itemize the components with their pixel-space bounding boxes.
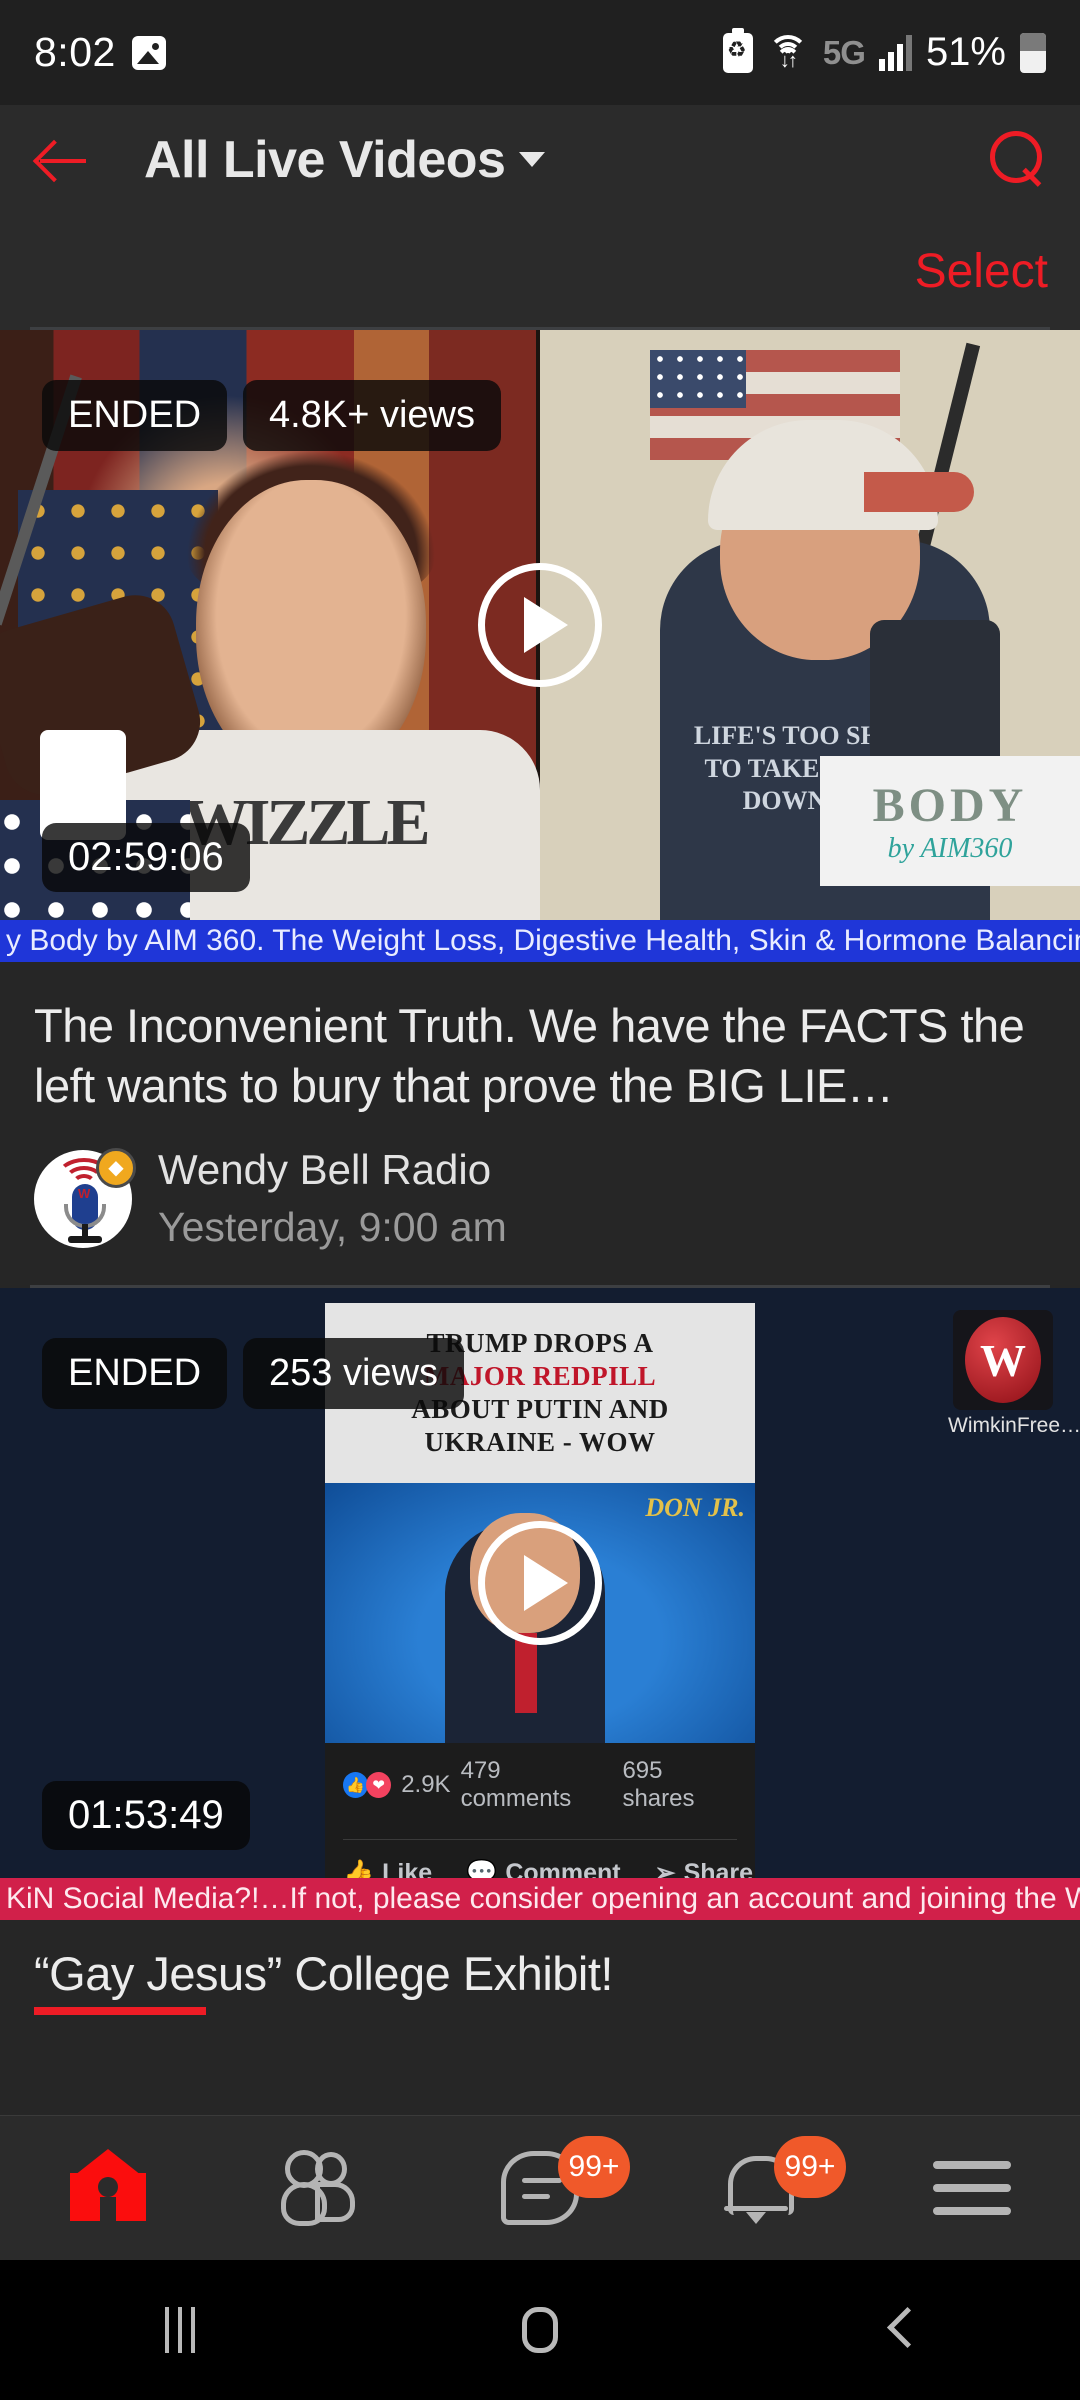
thumbnail-ticker: y Body by AIM 360. The Weight Loss, Dige… bbox=[0, 920, 1080, 962]
home-icon bbox=[70, 2149, 146, 2223]
status-badge: ENDED bbox=[42, 1338, 228, 1410]
signal-icon bbox=[878, 34, 912, 71]
android-recents-button[interactable] bbox=[0, 2307, 360, 2353]
battery-saver-icon bbox=[722, 27, 753, 73]
android-home-button[interactable] bbox=[360, 2307, 720, 2353]
engagement-bar: 👍 ❤ 2.9K 479 comments 695 shares 👍 Like … bbox=[325, 1743, 755, 1879]
chevron-down-icon bbox=[519, 151, 546, 167]
select-button[interactable]: Select bbox=[915, 244, 1048, 299]
back-chevron-icon bbox=[887, 2309, 913, 2351]
thumbnail-badges: ENDED 4.8K+ views bbox=[42, 380, 501, 451]
duration-badge: 01:53:49 bbox=[42, 1781, 250, 1851]
verified-diamond-icon: ◆ bbox=[96, 1147, 136, 1188]
watermark: W WimkinFree… bbox=[948, 1310, 1080, 1438]
android-navigation-bar bbox=[0, 2260, 1080, 2400]
app-header-row-secondary: Select bbox=[0, 215, 1080, 327]
status-time: 8:02 bbox=[34, 29, 116, 75]
engagement-counts: 👍 ❤ 2.9K 479 comments 695 shares bbox=[343, 1757, 737, 1813]
author-name[interactable]: Wendy Bell Radio bbox=[158, 1146, 507, 1194]
speaker-tie-decor bbox=[515, 1633, 537, 1714]
watermark-label: WimkinFree… bbox=[948, 1414, 1080, 1438]
nav-item-menu[interactable] bbox=[864, 2116, 1080, 2260]
nav-item-notifications[interactable]: 99+ bbox=[648, 2116, 864, 2260]
status-bar-right: ↓↑ 5G 51% bbox=[722, 27, 1046, 75]
views-badge: 253 views bbox=[243, 1338, 465, 1410]
app-header-row-primary: All Live Videos bbox=[0, 105, 1080, 215]
status-badge: ENDED bbox=[42, 380, 228, 451]
network-type-label: 5G bbox=[822, 33, 866, 71]
android-back-button[interactable] bbox=[720, 2309, 1080, 2351]
comment-bubble-icon: 💬 bbox=[466, 1858, 498, 1879]
thumbnail-badges: ENDED 253 views bbox=[42, 1338, 465, 1410]
thumbs-up-icon: 👍 bbox=[343, 1772, 369, 1799]
wifi-icon: ↓↑ bbox=[767, 34, 809, 71]
avatar[interactable]: ◆ bbox=[34, 1147, 136, 1248]
video-thumbnail[interactable]: SWIZZLE LIFE'S TOO SHORT TO TAKE Fastbal… bbox=[0, 330, 1080, 920]
nav-item-friends[interactable] bbox=[216, 2116, 432, 2260]
hamburger-menu-icon bbox=[933, 2161, 1011, 2215]
nav-item-messages[interactable]: 99+ bbox=[432, 2116, 648, 2260]
bottom-navigation: 99+ 99+ bbox=[0, 2115, 1080, 2260]
comment-count: 479 comments bbox=[460, 1757, 572, 1813]
play-button[interactable] bbox=[478, 1521, 602, 1646]
friends-icon bbox=[281, 2150, 367, 2226]
video-card[interactable]: SWIZZLE LIFE'S TOO SHORT TO TAKE Fastbal… bbox=[0, 330, 1080, 1289]
sponsor-logo: BODY by AIM360 bbox=[820, 756, 1080, 886]
video-meta-text: Wendy Bell Radio Yesterday, 9:00 am bbox=[158, 1146, 507, 1251]
search-icon[interactable] bbox=[988, 131, 1046, 189]
published-timestamp: Yesterday, 9:00 am bbox=[158, 1204, 507, 1251]
page-title-label: All Live Videos bbox=[144, 131, 506, 189]
play-button[interactable] bbox=[478, 563, 602, 687]
app-screen: 8:02 ↓↑ 5G 51% All Live Videos Select bbox=[0, 0, 1080, 2400]
home-pill-icon bbox=[522, 2307, 558, 2353]
duration-badge: 02:59:06 bbox=[42, 823, 250, 892]
battery-icon bbox=[1020, 32, 1046, 73]
caption-line: UKRAINE - WOW bbox=[424, 1427, 656, 1458]
nav-item-home[interactable] bbox=[0, 2116, 216, 2260]
engagement-actions: 👍 Like 💬 Comment ➢ Share bbox=[343, 1839, 753, 1879]
notifications-badge: 99+ bbox=[774, 2136, 846, 2198]
thumbnail-ticker: KiN Social Media?!…If not, please consid… bbox=[0, 1878, 1080, 1921]
ticker-text: y Body by AIM 360. The Weight Loss, Dige… bbox=[6, 924, 1080, 957]
sponsor-logo-name: BODY bbox=[872, 778, 1028, 832]
thumbs-up-outline-icon: 👍 bbox=[343, 1858, 375, 1879]
messages-badge: 99+ bbox=[558, 2136, 630, 2198]
watermark-logo-icon: W bbox=[953, 1310, 1053, 1411]
status-bar: 8:02 ↓↑ 5G 51% bbox=[0, 0, 1080, 105]
share-action: ➢ Share bbox=[654, 1858, 754, 1879]
watermark-letter: W bbox=[965, 1317, 1041, 1404]
share-count: 695 shares bbox=[622, 1757, 695, 1813]
page-title[interactable]: All Live Videos bbox=[144, 130, 546, 190]
video-meta: ◆ Wendy Bell Radio Yesterday, 9:00 am bbox=[0, 1116, 1080, 1285]
recents-icon bbox=[165, 2307, 195, 2353]
heart-icon: ❤ bbox=[366, 1772, 392, 1799]
send-icon: ➢ bbox=[654, 1859, 676, 1879]
video-title[interactable]: The Inconvenient Truth. We have the FACT… bbox=[0, 962, 1080, 1116]
like-action: 👍 Like bbox=[343, 1859, 432, 1879]
video-thumbnail[interactable]: TRUMP DROPS A MAJOR REDPILL ABOUT PUTIN … bbox=[0, 1288, 1080, 1879]
app-header: All Live Videos Select bbox=[0, 105, 1080, 330]
share-label: Share bbox=[683, 1858, 754, 1879]
comment-label: Comment bbox=[505, 1858, 621, 1879]
back-arrow-icon[interactable] bbox=[34, 130, 94, 190]
video-card[interactable]: TRUMP DROPS A MAJOR REDPILL ABOUT PUTIN … bbox=[0, 1288, 1080, 2016]
like-label: Like bbox=[382, 1858, 433, 1879]
image-icon bbox=[131, 35, 166, 70]
source-tag: DON JR. bbox=[645, 1493, 745, 1523]
thumbnail-right-pane: LIFE'S TOO SHORT TO TAKE Fastballs DOWN … bbox=[540, 330, 1080, 920]
battery-percent-label: 51% bbox=[925, 30, 1006, 74]
status-bar-left: 8:02 bbox=[34, 29, 166, 76]
ticker-text: KiN Social Media?!…If not, please consid… bbox=[6, 1882, 1080, 1916]
video-title[interactable]: “Gay Jesus” College Exhibit! bbox=[0, 1920, 1080, 2016]
comment-action: 💬 Comment bbox=[466, 1859, 620, 1879]
views-badge: 4.8K+ views bbox=[243, 380, 501, 451]
sponsor-logo-sub: by AIM360 bbox=[887, 832, 1013, 864]
reaction-count: 2.9K bbox=[401, 1771, 451, 1799]
